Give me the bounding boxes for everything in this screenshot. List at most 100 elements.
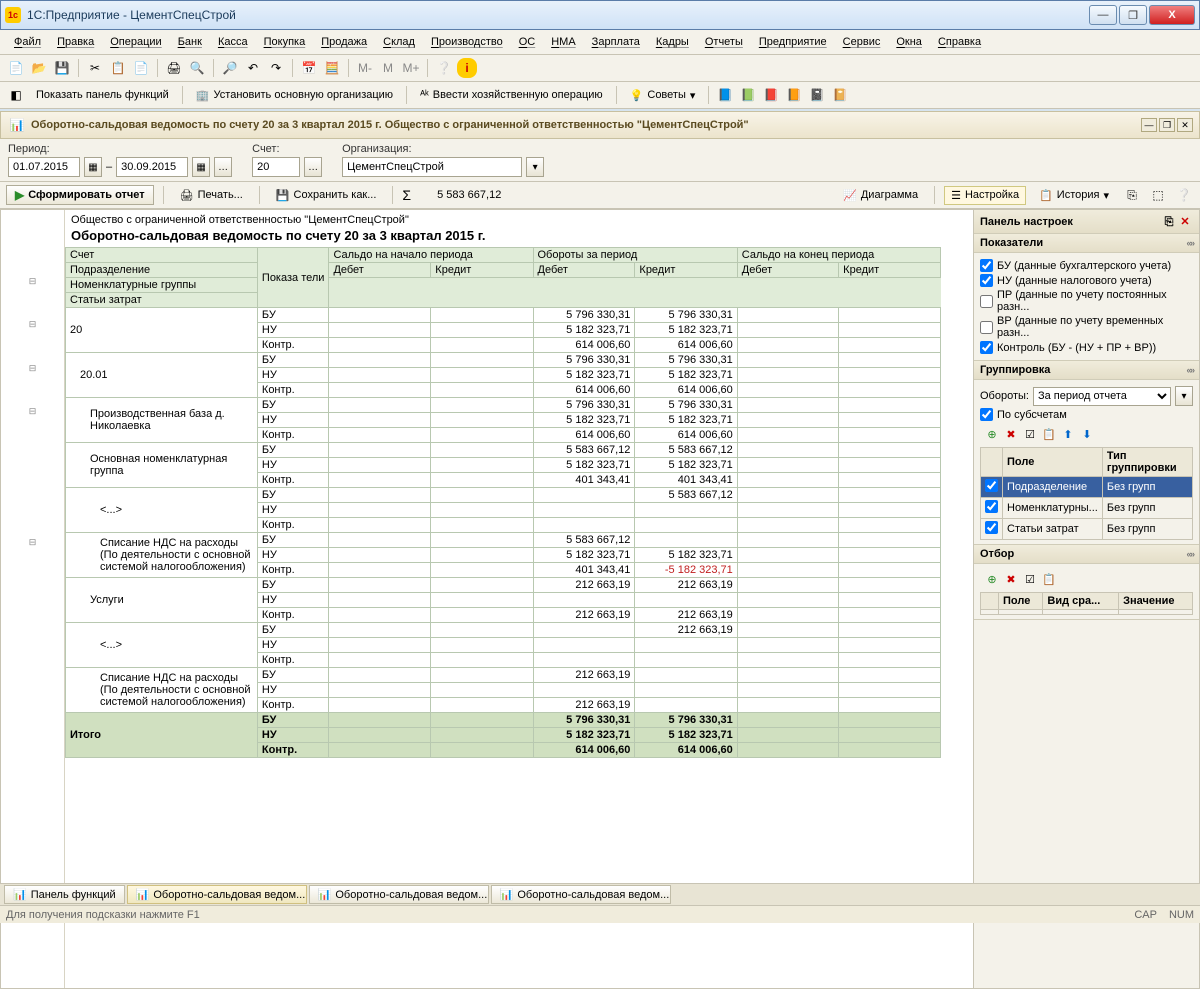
turnover-dropdown-icon[interactable]: ▾ <box>1175 386 1193 406</box>
filter-add-icon[interactable]: ⊕ <box>984 571 1000 587</box>
menu-правка[interactable]: Правка <box>51 34 100 50</box>
open-icon[interactable]: 📂 <box>29 58 49 78</box>
filter-delete-icon[interactable]: ✖ <box>1003 571 1019 587</box>
report-row[interactable]: Производственная база д. НиколаевкаБУ5 7… <box>66 398 941 413</box>
menu-склад[interactable]: Склад <box>377 34 421 50</box>
menu-справка[interactable]: Справка <box>932 34 987 50</box>
misc-icon-1[interactable]: 📘 <box>715 85 735 105</box>
by-subaccounts-checkbox[interactable] <box>980 408 993 421</box>
paste-icon[interactable]: 📄 <box>131 58 151 78</box>
m-minus-icon[interactable]: M- <box>355 58 375 78</box>
maximize-button[interactable]: ❐ <box>1119 5 1147 25</box>
menu-касса[interactable]: Касса <box>212 34 254 50</box>
move-down-icon[interactable]: ⬇ <box>1079 426 1095 442</box>
grouping-row-check-1[interactable] <box>985 500 998 513</box>
run-report-button[interactable]: ▶Сформировать отчет <box>6 185 154 205</box>
grouping-row-check-0[interactable] <box>985 479 998 492</box>
print-button[interactable]: 🖨 Печать... <box>173 186 250 205</box>
indicator-checkbox-2[interactable] <box>980 295 993 308</box>
report-row[interactable]: <...>БУ212 663,19 <box>66 623 941 638</box>
copy-row-icon[interactable]: 📋 <box>1041 426 1057 442</box>
m-plus-icon[interactable]: M+ <box>401 58 421 78</box>
report-row[interactable]: УслугиБУ212 663,19212 663,19 <box>66 578 941 593</box>
calc-icon[interactable]: 🧮 <box>322 58 342 78</box>
window-tab[interactable]: 📊Панель функций <box>4 885 125 904</box>
window-tab[interactable]: 📊Оборотно-сальдовая ведом... <box>491 885 671 904</box>
indicator-checkbox-4[interactable] <box>980 341 993 354</box>
menu-нма[interactable]: НМА <box>545 34 581 50</box>
extra-icon-2[interactable]: ⬚ <box>1148 185 1168 205</box>
new-icon[interactable]: 📄 <box>6 58 26 78</box>
find-icon[interactable]: 🔎 <box>220 58 240 78</box>
misc-icon-4[interactable]: 📙 <box>784 85 804 105</box>
menu-операции[interactable]: Операции <box>104 34 167 50</box>
print-icon[interactable]: 🖨 <box>164 58 184 78</box>
indicator-checkbox-1[interactable] <box>980 274 993 287</box>
report-row[interactable]: 20.01БУ5 796 330,315 796 330,31 <box>66 353 941 368</box>
history-button[interactable]: 📋 История ▾ <box>1032 186 1116 205</box>
date-to-picker-icon[interactable]: ▦ <box>192 157 210 177</box>
report-row[interactable]: <...>БУ5 583 667,12 <box>66 488 941 503</box>
sub-min-button[interactable]: — <box>1141 118 1157 132</box>
sub-max-button[interactable]: ❐ <box>1159 118 1175 132</box>
menu-сервис[interactable]: Сервис <box>837 34 887 50</box>
menu-покупка[interactable]: Покупка <box>258 34 312 50</box>
move-up-icon[interactable]: ⬆ <box>1060 426 1076 442</box>
window-tab[interactable]: 📊Оборотно-сальдовая ведом... <box>127 885 307 904</box>
save-as-button[interactable]: 💾 Сохранить как... <box>269 186 384 205</box>
info-icon[interactable]: i <box>457 58 477 78</box>
calendar-icon[interactable]: 📅 <box>299 58 319 78</box>
turnover-select[interactable]: За период отчета <box>1033 387 1171 406</box>
indicators-header[interactable]: Показатели« » <box>974 234 1199 253</box>
show-panel-button[interactable]: Показать панель функций <box>29 86 176 104</box>
date-from-input[interactable] <box>8 157 80 177</box>
edit-row-icon[interactable]: ☑ <box>1022 426 1038 442</box>
menu-продажа[interactable]: Продажа <box>315 34 373 50</box>
date-from-picker-icon[interactable]: ▦ <box>84 157 102 177</box>
set-main-org-button[interactable]: 🏢 Установить основную организацию <box>189 86 400 105</box>
grouping-table[interactable]: ПолеТип группировки ПодразделениеБез гру… <box>980 447 1193 540</box>
add-row-icon[interactable]: ⊕ <box>984 426 1000 442</box>
panel-pin-icon[interactable]: ⎘ <box>1161 214 1177 230</box>
menu-ос[interactable]: ОС <box>513 34 542 50</box>
report-view[interactable]: Общество с ограниченной ответственностью… <box>65 210 973 988</box>
tips-button[interactable]: 💡 Советы ▾ <box>623 86 703 105</box>
report-row[interactable]: Основная номенклатурная группаБУ5 583 66… <box>66 443 941 458</box>
enter-operation-button[interactable]: ᴬᵏ Ввести хозяйственную операцию <box>413 86 610 104</box>
filter-copy-icon[interactable]: 📋 <box>1041 571 1057 587</box>
grouping-header[interactable]: Группировка« » <box>974 361 1199 380</box>
menu-кадры[interactable]: Кадры <box>650 34 695 50</box>
filter-header[interactable]: Отбор« » <box>974 545 1199 564</box>
help-icon[interactable]: ❔ <box>434 58 454 78</box>
panel-close-icon[interactable]: ✕ <box>1177 213 1193 229</box>
m-icon[interactable]: M <box>378 58 398 78</box>
extra-icon-1[interactable]: ⎘ <box>1122 185 1142 205</box>
close-button[interactable]: X <box>1149 5 1195 25</box>
filter-edit-icon[interactable]: ☑ <box>1022 571 1038 587</box>
misc-icon-6[interactable]: 📔 <box>830 85 850 105</box>
org-dropdown-icon[interactable]: ▾ <box>526 157 544 177</box>
grouping-row-check-2[interactable] <box>985 521 998 534</box>
undo-icon[interactable]: ↶ <box>243 58 263 78</box>
report-row[interactable]: Списание НДС на расходы (По деятельности… <box>66 533 941 548</box>
account-input[interactable] <box>252 157 300 177</box>
menu-банк[interactable]: Банк <box>172 34 208 50</box>
cut-icon[interactable]: ✂ <box>85 58 105 78</box>
menu-окна[interactable]: Окна <box>890 34 928 50</box>
settings-toggle-button[interactable]: ☰ Настройка <box>944 186 1026 205</box>
menu-производство[interactable]: Производство <box>425 34 509 50</box>
redo-icon[interactable]: ↷ <box>266 58 286 78</box>
account-ellipsis-icon[interactable]: … <box>304 157 322 177</box>
report-row[interactable]: Списание НДС на расходы (По деятельности… <box>66 668 941 683</box>
copy-icon[interactable]: 📋 <box>108 58 128 78</box>
indicator-checkbox-3[interactable] <box>980 321 993 334</box>
indicator-checkbox-0[interactable] <box>980 259 993 272</box>
panel-toggle-icon[interactable]: ◧ <box>6 85 26 105</box>
delete-row-icon[interactable]: ✖ <box>1003 426 1019 442</box>
date-to-input[interactable] <box>116 157 188 177</box>
misc-icon-3[interactable]: 📕 <box>761 85 781 105</box>
grouping-row[interactable]: ПодразделениеБез групп <box>981 477 1193 498</box>
menu-отчеты[interactable]: Отчеты <box>699 34 749 50</box>
sub-close-button[interactable]: ✕ <box>1177 118 1193 132</box>
save-icon[interactable]: 💾 <box>52 58 72 78</box>
